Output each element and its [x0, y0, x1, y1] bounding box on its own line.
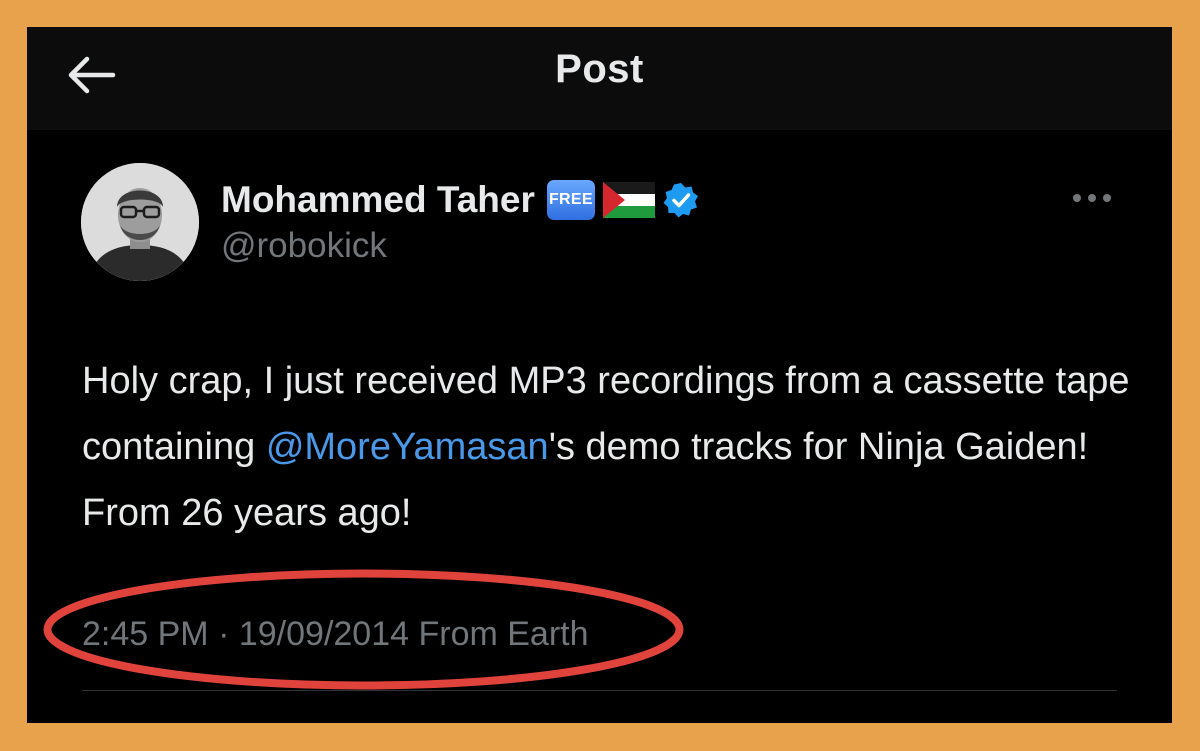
- more-options-button[interactable]: [1067, 182, 1117, 214]
- author-display-name[interactable]: Mohammed Taher: [221, 179, 535, 221]
- author-name-row[interactable]: Mohammed Taher FREE: [221, 177, 699, 223]
- divider: [82, 690, 1117, 691]
- author-handle[interactable]: @robokick: [221, 226, 387, 266]
- post-time[interactable]: 2:45 PM: [82, 615, 209, 653]
- author-avatar[interactable]: [81, 163, 199, 281]
- more-horizontal-icon: [1103, 194, 1111, 202]
- palestine-flag-icon: [602, 182, 655, 218]
- post-date[interactable]: 19/09/2014: [239, 615, 409, 653]
- post-source: From Earth: [418, 615, 589, 653]
- free-emoji-badge: FREE: [546, 180, 595, 220]
- post-metadata: 2:45 PM · 19/09/2014 From Earth: [82, 615, 589, 654]
- post-body: Holy crap, I just received MP3 recording…: [82, 348, 1132, 546]
- verified-badge-icon: [663, 183, 698, 218]
- avatar-photo: [81, 163, 199, 281]
- meta-separator: ·: [218, 615, 230, 653]
- more-horizontal-icon: [1088, 194, 1096, 202]
- page-title: Post: [555, 47, 644, 91]
- more-horizontal-icon: [1073, 194, 1081, 202]
- mention-link[interactable]: @MoreYamasan: [266, 426, 549, 468]
- top-bar: Post: [27, 27, 1172, 130]
- post-screen: Post Mohammed Taher FREE @robokick Holy …: [27, 27, 1172, 723]
